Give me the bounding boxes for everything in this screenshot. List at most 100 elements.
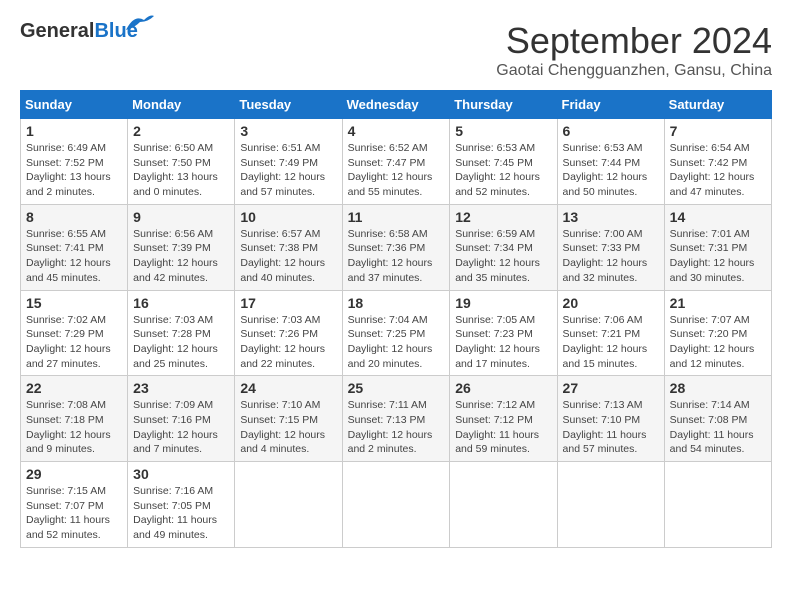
calendar-week-row-5: 29 Sunrise: 7:15 AMSunset: 7:07 PMDayligh… bbox=[21, 462, 772, 548]
calendar-cell bbox=[342, 462, 450, 548]
page-header: GeneralBlue September 2024 Gaotai Chengg… bbox=[20, 20, 772, 80]
col-friday: Friday bbox=[557, 91, 664, 119]
day-info: Sunrise: 6:53 AMSunset: 7:45 PMDaylight:… bbox=[455, 141, 551, 200]
day-number: 12 bbox=[455, 209, 551, 225]
day-number: 23 bbox=[133, 380, 229, 396]
calendar-cell: 23 Sunrise: 7:09 AMSunset: 7:16 PMDayligh… bbox=[128, 376, 235, 462]
day-number: 7 bbox=[670, 123, 766, 139]
calendar-cell: 17 Sunrise: 7:03 AMSunset: 7:26 PMDayligh… bbox=[235, 290, 342, 376]
day-info: Sunrise: 7:02 AMSunset: 7:29 PMDaylight:… bbox=[26, 313, 122, 372]
day-number: 2 bbox=[133, 123, 229, 139]
calendar-cell: 22 Sunrise: 7:08 AMSunset: 7:18 PMDayligh… bbox=[21, 376, 128, 462]
day-info: Sunrise: 7:01 AMSunset: 7:31 PMDaylight:… bbox=[670, 227, 766, 286]
calendar-week-row-3: 15 Sunrise: 7:02 AMSunset: 7:29 PMDayligh… bbox=[21, 290, 772, 376]
calendar-cell: 30Sunrise: 7:16 AMSunset: 7:05 PMDayligh… bbox=[128, 462, 235, 548]
day-number: 17 bbox=[240, 295, 336, 311]
day-info: Sunrise: 6:59 AMSunset: 7:34 PMDaylight:… bbox=[455, 227, 551, 286]
day-info: Sunrise: 7:03 AMSunset: 7:28 PMDaylight:… bbox=[133, 313, 229, 372]
day-info: Sunrise: 7:04 AMSunset: 7:25 PMDaylight:… bbox=[348, 313, 445, 372]
day-number: 1 bbox=[26, 123, 122, 139]
calendar-cell: 21Sunrise: 7:07 AMSunset: 7:20 PMDayligh… bbox=[664, 290, 771, 376]
calendar-cell: 15 Sunrise: 7:02 AMSunset: 7:29 PMDayligh… bbox=[21, 290, 128, 376]
day-number: 22 bbox=[26, 380, 122, 396]
calendar-week-row-1: 1Sunrise: 6:49 AMSunset: 7:52 PMDaylight… bbox=[21, 119, 772, 205]
day-info: Sunrise: 6:58 AMSunset: 7:36 PMDaylight:… bbox=[348, 227, 445, 286]
day-number: 30 bbox=[133, 466, 229, 482]
calendar-cell: 5 Sunrise: 6:53 AMSunset: 7:45 PMDaylight… bbox=[450, 119, 557, 205]
day-number: 15 bbox=[26, 295, 122, 311]
calendar-cell: 2 Sunrise: 6:50 AMSunset: 7:50 PMDaylight… bbox=[128, 119, 235, 205]
day-number: 5 bbox=[455, 123, 551, 139]
day-info: Sunrise: 6:52 AMSunset: 7:47 PMDaylight:… bbox=[348, 141, 445, 200]
calendar-cell bbox=[664, 462, 771, 548]
calendar-table: Sunday Monday Tuesday Wednesday Thursday… bbox=[20, 90, 772, 548]
location-text: Gaotai Chengguanzhen, Gansu, China bbox=[496, 62, 772, 80]
day-info: Sunrise: 7:03 AMSunset: 7:26 PMDaylight:… bbox=[240, 313, 336, 372]
day-number: 4 bbox=[348, 123, 445, 139]
day-number: 26 bbox=[455, 380, 551, 396]
day-number: 29 bbox=[26, 466, 122, 482]
day-info: Sunrise: 6:53 AMSunset: 7:44 PMDaylight:… bbox=[563, 141, 659, 200]
calendar-cell: 16 Sunrise: 7:03 AMSunset: 7:28 PMDayligh… bbox=[128, 290, 235, 376]
calendar-week-row-4: 22 Sunrise: 7:08 AMSunset: 7:18 PMDayligh… bbox=[21, 376, 772, 462]
calendar-cell: 29 Sunrise: 7:15 AMSunset: 7:07 PMDayligh… bbox=[21, 462, 128, 548]
day-info: Sunrise: 7:10 AMSunset: 7:15 PMDaylight:… bbox=[240, 398, 336, 457]
day-number: 24 bbox=[240, 380, 336, 396]
col-wednesday: Wednesday bbox=[342, 91, 450, 119]
month-title: September 2024 bbox=[496, 20, 772, 62]
col-thursday: Thursday bbox=[450, 91, 557, 119]
day-number: 3 bbox=[240, 123, 336, 139]
calendar-cell: 24 Sunrise: 7:10 AMSunset: 7:15 PMDayligh… bbox=[235, 376, 342, 462]
day-info: Sunrise: 7:05 AMSunset: 7:23 PMDaylight:… bbox=[455, 313, 551, 372]
day-number: 16 bbox=[133, 295, 229, 311]
calendar-week-row-2: 8 Sunrise: 6:55 AMSunset: 7:41 PMDaylight… bbox=[21, 204, 772, 290]
calendar-cell: 28Sunrise: 7:14 AMSunset: 7:08 PMDayligh… bbox=[664, 376, 771, 462]
day-number: 27 bbox=[563, 380, 659, 396]
calendar-cell bbox=[235, 462, 342, 548]
day-number: 20 bbox=[563, 295, 659, 311]
calendar-cell: 20 Sunrise: 7:06 AMSunset: 7:21 PMDayligh… bbox=[557, 290, 664, 376]
calendar-cell: 25 Sunrise: 7:11 AMSunset: 7:13 PMDayligh… bbox=[342, 376, 450, 462]
logo: GeneralBlue bbox=[20, 20, 138, 43]
calendar-cell: 18 Sunrise: 7:04 AMSunset: 7:25 PMDayligh… bbox=[342, 290, 450, 376]
day-info: Sunrise: 7:07 AMSunset: 7:20 PMDaylight:… bbox=[670, 313, 766, 372]
day-info: Sunrise: 7:12 AMSunset: 7:12 PMDaylight:… bbox=[455, 398, 551, 457]
calendar-cell: 10Sunrise: 6:57 AMSunset: 7:38 PMDayligh… bbox=[235, 204, 342, 290]
day-number: 25 bbox=[348, 380, 445, 396]
logo-general-text: General bbox=[20, 20, 94, 43]
title-area: September 2024 Gaotai Chengguanzhen, Gan… bbox=[496, 20, 772, 80]
calendar-cell: 6 Sunrise: 6:53 AMSunset: 7:44 PMDaylight… bbox=[557, 119, 664, 205]
calendar-cell: 14 Sunrise: 7:01 AMSunset: 7:31 PMDayligh… bbox=[664, 204, 771, 290]
calendar-cell: 4 Sunrise: 6:52 AMSunset: 7:47 PMDaylight… bbox=[342, 119, 450, 205]
col-saturday: Saturday bbox=[664, 91, 771, 119]
logo-bird-icon bbox=[124, 12, 156, 34]
day-number: 28 bbox=[670, 380, 766, 396]
day-info: Sunrise: 7:15 AMSunset: 7:07 PMDaylight:… bbox=[26, 484, 122, 543]
calendar-cell: 9 Sunrise: 6:56 AMSunset: 7:39 PMDaylight… bbox=[128, 204, 235, 290]
calendar-cell: 12 Sunrise: 6:59 AMSunset: 7:34 PMDayligh… bbox=[450, 204, 557, 290]
day-info: Sunrise: 7:08 AMSunset: 7:18 PMDaylight:… bbox=[26, 398, 122, 457]
day-info: Sunrise: 7:00 AMSunset: 7:33 PMDaylight:… bbox=[563, 227, 659, 286]
day-number: 10 bbox=[240, 209, 336, 225]
day-info: Sunrise: 6:50 AMSunset: 7:50 PMDaylight:… bbox=[133, 141, 229, 200]
calendar-cell: 1Sunrise: 6:49 AMSunset: 7:52 PMDaylight… bbox=[21, 119, 128, 205]
day-number: 8 bbox=[26, 209, 122, 225]
day-number: 19 bbox=[455, 295, 551, 311]
day-number: 18 bbox=[348, 295, 445, 311]
day-info: Sunrise: 6:56 AMSunset: 7:39 PMDaylight:… bbox=[133, 227, 229, 286]
day-number: 14 bbox=[670, 209, 766, 225]
day-info: Sunrise: 7:09 AMSunset: 7:16 PMDaylight:… bbox=[133, 398, 229, 457]
day-info: Sunrise: 6:55 AMSunset: 7:41 PMDaylight:… bbox=[26, 227, 122, 286]
day-info: Sunrise: 6:54 AMSunset: 7:42 PMDaylight:… bbox=[670, 141, 766, 200]
calendar-cell: 13Sunrise: 7:00 AMSunset: 7:33 PMDayligh… bbox=[557, 204, 664, 290]
day-number: 11 bbox=[348, 209, 445, 225]
col-monday: Monday bbox=[128, 91, 235, 119]
day-info: Sunrise: 7:11 AMSunset: 7:13 PMDaylight:… bbox=[348, 398, 445, 457]
calendar-cell bbox=[450, 462, 557, 548]
calendar-cell: 7 Sunrise: 6:54 AMSunset: 7:42 PMDaylight… bbox=[664, 119, 771, 205]
calendar-cell: 3Sunrise: 6:51 AMSunset: 7:49 PMDaylight… bbox=[235, 119, 342, 205]
day-info: Sunrise: 7:06 AMSunset: 7:21 PMDaylight:… bbox=[563, 313, 659, 372]
day-number: 9 bbox=[133, 209, 229, 225]
calendar-cell: 8 Sunrise: 6:55 AMSunset: 7:41 PMDaylight… bbox=[21, 204, 128, 290]
day-number: 6 bbox=[563, 123, 659, 139]
